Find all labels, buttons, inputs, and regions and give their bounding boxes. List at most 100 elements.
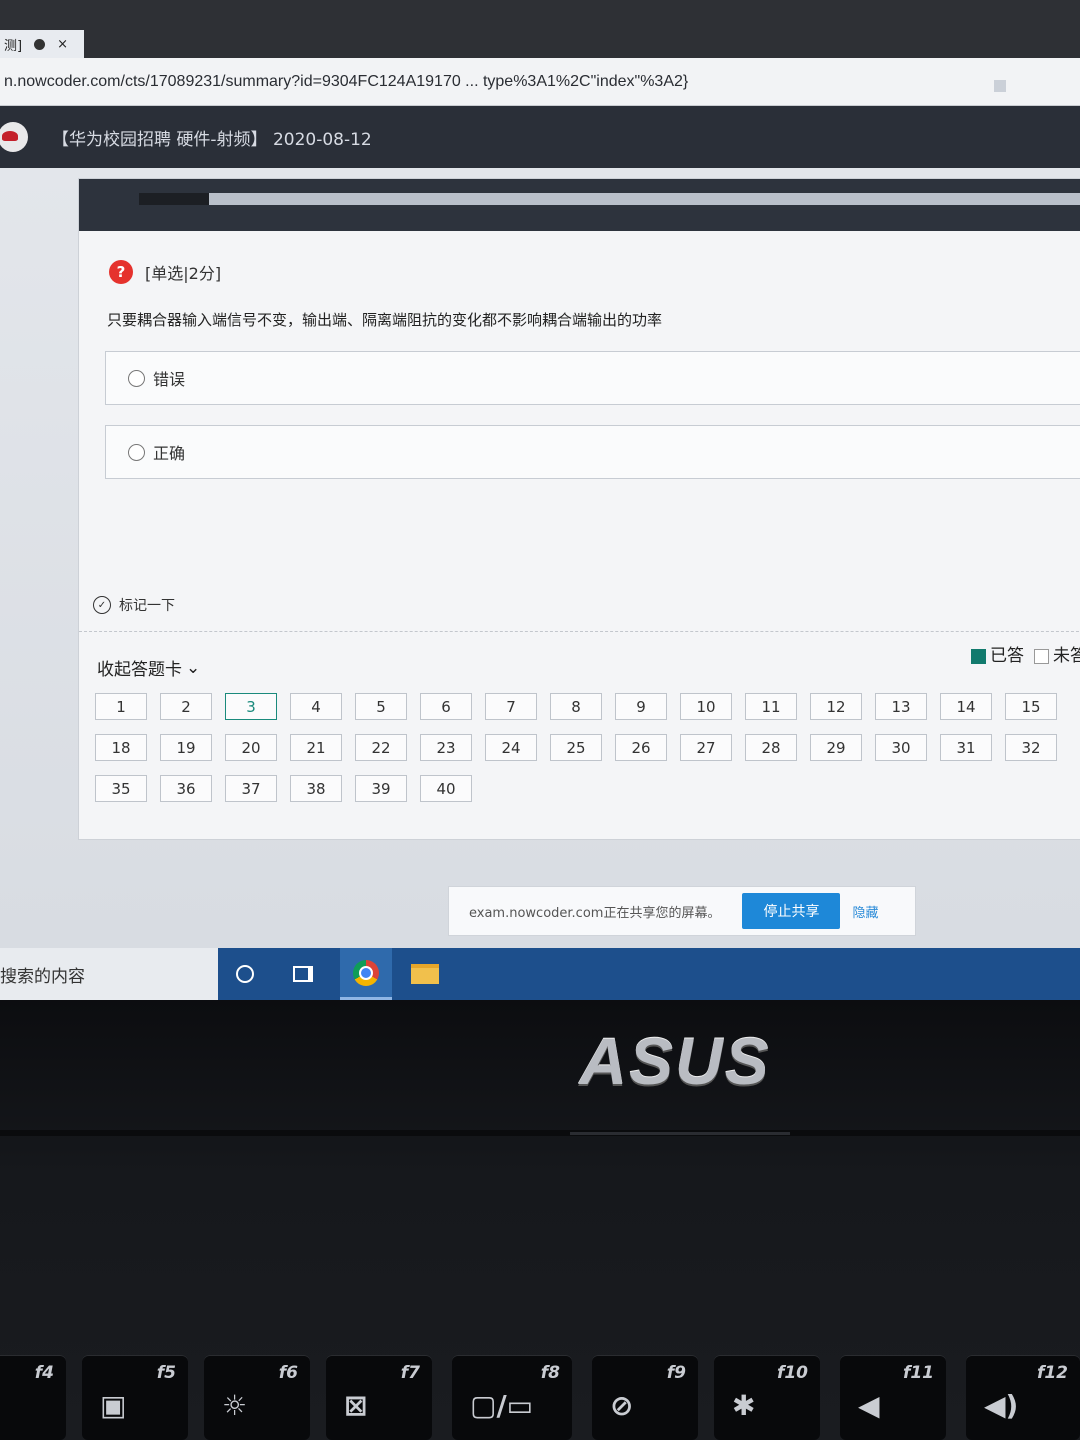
browser-tab[interactable]: 测] ×	[0, 30, 84, 58]
key-f7[interactable]: f7 ⊠	[326, 1355, 432, 1440]
question-number-button[interactable]: 15	[1005, 693, 1057, 720]
key-f11[interactable]: f11 ◀	[840, 1355, 946, 1440]
check-circle-icon: ✓	[93, 596, 111, 614]
question-number-button[interactable]: 10	[680, 693, 732, 720]
question-number-button[interactable]: 31	[940, 734, 992, 761]
question-number-button[interactable]: 1	[95, 693, 147, 720]
question-number-button[interactable]: 23	[420, 734, 472, 761]
screen-off-icon: ⊠	[344, 1389, 368, 1422]
tab-title: 测]	[4, 38, 23, 54]
question-icon: ?	[109, 260, 133, 284]
stop-sharing-button[interactable]: 停止共享	[742, 893, 841, 929]
question-number-button[interactable]: 21	[290, 734, 342, 761]
question-number-button[interactable]: 30	[875, 734, 927, 761]
chevron-down-icon: ⌄	[186, 657, 201, 678]
question-number-button[interactable]: 6	[420, 693, 472, 720]
address-bar[interactable]: n.nowcoder.com/cts/17089231/summary?id=9…	[0, 58, 1080, 106]
recording-icon	[34, 38, 46, 50]
question-number-button[interactable]: 2	[160, 693, 212, 720]
question-number-button[interactable]: 39	[355, 775, 407, 802]
question-number-button[interactable]: 40	[420, 775, 472, 802]
browser-tab-bar: 测] ×	[0, 0, 1080, 58]
question-text: 只要耦合器输入端信号不变，输出端、隔离端阻抗的变化都不影响耦合端输出的功率	[107, 311, 663, 329]
tab-close-icon[interactable]: ×	[57, 37, 68, 52]
question-number-button[interactable]: 18	[95, 734, 147, 761]
key-f10[interactable]: f10 ✱	[714, 1355, 820, 1440]
taskbar-search[interactable]: 搜索的内容	[0, 948, 218, 1000]
key-f9[interactable]: f9 ⊘	[592, 1355, 698, 1440]
question-number-button[interactable]: 14	[940, 693, 992, 720]
chrome-taskbar-button[interactable]	[340, 948, 392, 1000]
question-card: ? [单选|2分] 只要耦合器输入端信号不变，输出端、隔离端阻抗的变化都不影响耦…	[78, 178, 1080, 840]
key-f6[interactable]: f6 ☼	[204, 1355, 310, 1440]
collapse-label: 收起答题卡	[97, 660, 182, 680]
question-number-button[interactable]: 28	[745, 734, 797, 761]
question-number-button[interactable]: 11	[745, 693, 797, 720]
key-f4[interactable]: f4	[0, 1355, 66, 1440]
chrome-icon	[353, 959, 379, 986]
question-number-button[interactable]: 7	[485, 693, 537, 720]
key-f12[interactable]: f12 ◀)	[966, 1355, 1080, 1440]
key-f5[interactable]: f5 ▣	[82, 1355, 188, 1440]
question-number-button[interactable]: 25	[550, 734, 602, 761]
question-number-button[interactable]: 32	[1005, 734, 1057, 761]
key-label: f4	[34, 1363, 54, 1383]
question-number-button[interactable]: 35	[95, 775, 147, 802]
display-icon: ▣	[100, 1389, 127, 1422]
function-key-row: f4 f5 ▣ f6 ☼ f7 ⊠ f8 ▢/▭ f9 ⊘ f10 ✱ f11 ◀ f12 ◀)	[0, 1345, 1080, 1440]
question-number-button[interactable]: 5	[355, 693, 407, 720]
question-number-button[interactable]: 8	[550, 693, 602, 720]
key-label: f7	[400, 1363, 420, 1383]
question-number-button[interactable]: 12	[810, 693, 862, 720]
task-view-icon	[293, 966, 313, 982]
question-number-button[interactable]: 4	[290, 693, 342, 720]
touchpad-icon: ⊘	[610, 1389, 634, 1422]
extension-icon[interactable]	[994, 80, 1006, 92]
answer-grid-row: 18 19 20 21 22 23 24 25 26 27 28 29 30 31 32	[95, 734, 1080, 761]
answer-grid-row: 1 2 3 4 5 6 7 8 9 10 11 12 13 14 15	[95, 693, 1080, 720]
question-type: [单选|2分]	[145, 264, 222, 283]
share-message: exam.nowcoder.com正在共享您的屏幕。	[469, 905, 721, 921]
key-label: f10	[776, 1363, 808, 1383]
laptop-hinge	[0, 1130, 1080, 1136]
site-header: 【华为校园招聘 硬件-射频】 2020-08-12	[0, 106, 1080, 168]
question-number-button[interactable]: 24	[485, 734, 537, 761]
search-placeholder: 搜索的内容	[0, 966, 85, 987]
cortana-icon	[236, 965, 254, 983]
answer-legend: 已答 未答	[971, 641, 1080, 666]
cortana-button[interactable]	[222, 948, 268, 1000]
option-label: 正确	[153, 444, 186, 463]
option-label: 错误	[153, 370, 186, 389]
answer-grid: 1 2 3 4 5 6 7 8 9 10 11 12 13 14 15 18 19 20 21 22 23 24 25 26 2…	[95, 693, 1080, 816]
question-number-button[interactable]: 22	[355, 734, 407, 761]
radio-icon[interactable]	[128, 369, 145, 387]
question-number-button[interactable]: 29	[810, 734, 862, 761]
radio-icon[interactable]	[128, 443, 145, 461]
screen-share-notice: exam.nowcoder.com正在共享您的屏幕。 停止共享 隐藏	[448, 886, 916, 936]
question-number-button[interactable]: 36	[160, 775, 212, 802]
question-number-button[interactable]: 19	[160, 734, 212, 761]
question-number-button[interactable]: 3	[225, 693, 277, 720]
option-right[interactable]: 正确	[105, 425, 1080, 479]
answered-swatch-icon	[971, 648, 986, 664]
option-wrong[interactable]: 错误	[105, 351, 1080, 405]
brightness-icon: ☼	[222, 1389, 248, 1422]
collapse-answer-sheet[interactable]: 收起答题卡 ⌄	[97, 655, 201, 681]
task-view-button[interactable]	[280, 948, 326, 1000]
question-number-button[interactable]: 20	[225, 734, 277, 761]
mark-question[interactable]: ✓ 标记一下	[93, 595, 175, 615]
question-number-button[interactable]: 27	[680, 734, 732, 761]
projector-icon: ▢/▭	[470, 1389, 534, 1422]
question-number-button[interactable]: 38	[290, 775, 342, 802]
question-number-button[interactable]: 9	[615, 693, 667, 720]
question-number-button[interactable]: 26	[615, 734, 667, 761]
key-f8[interactable]: f8 ▢/▭	[452, 1355, 572, 1440]
question-number-button[interactable]: 37	[225, 775, 277, 802]
hide-notice-link[interactable]: 隐藏	[852, 902, 878, 921]
key-label: f5	[156, 1363, 176, 1383]
progress-bar	[139, 193, 1080, 205]
key-label: f12	[1036, 1363, 1068, 1383]
file-explorer-button[interactable]	[402, 948, 448, 1000]
question-number-button[interactable]: 13	[875, 693, 927, 720]
legend-todo-label: 未答	[1053, 646, 1080, 666]
